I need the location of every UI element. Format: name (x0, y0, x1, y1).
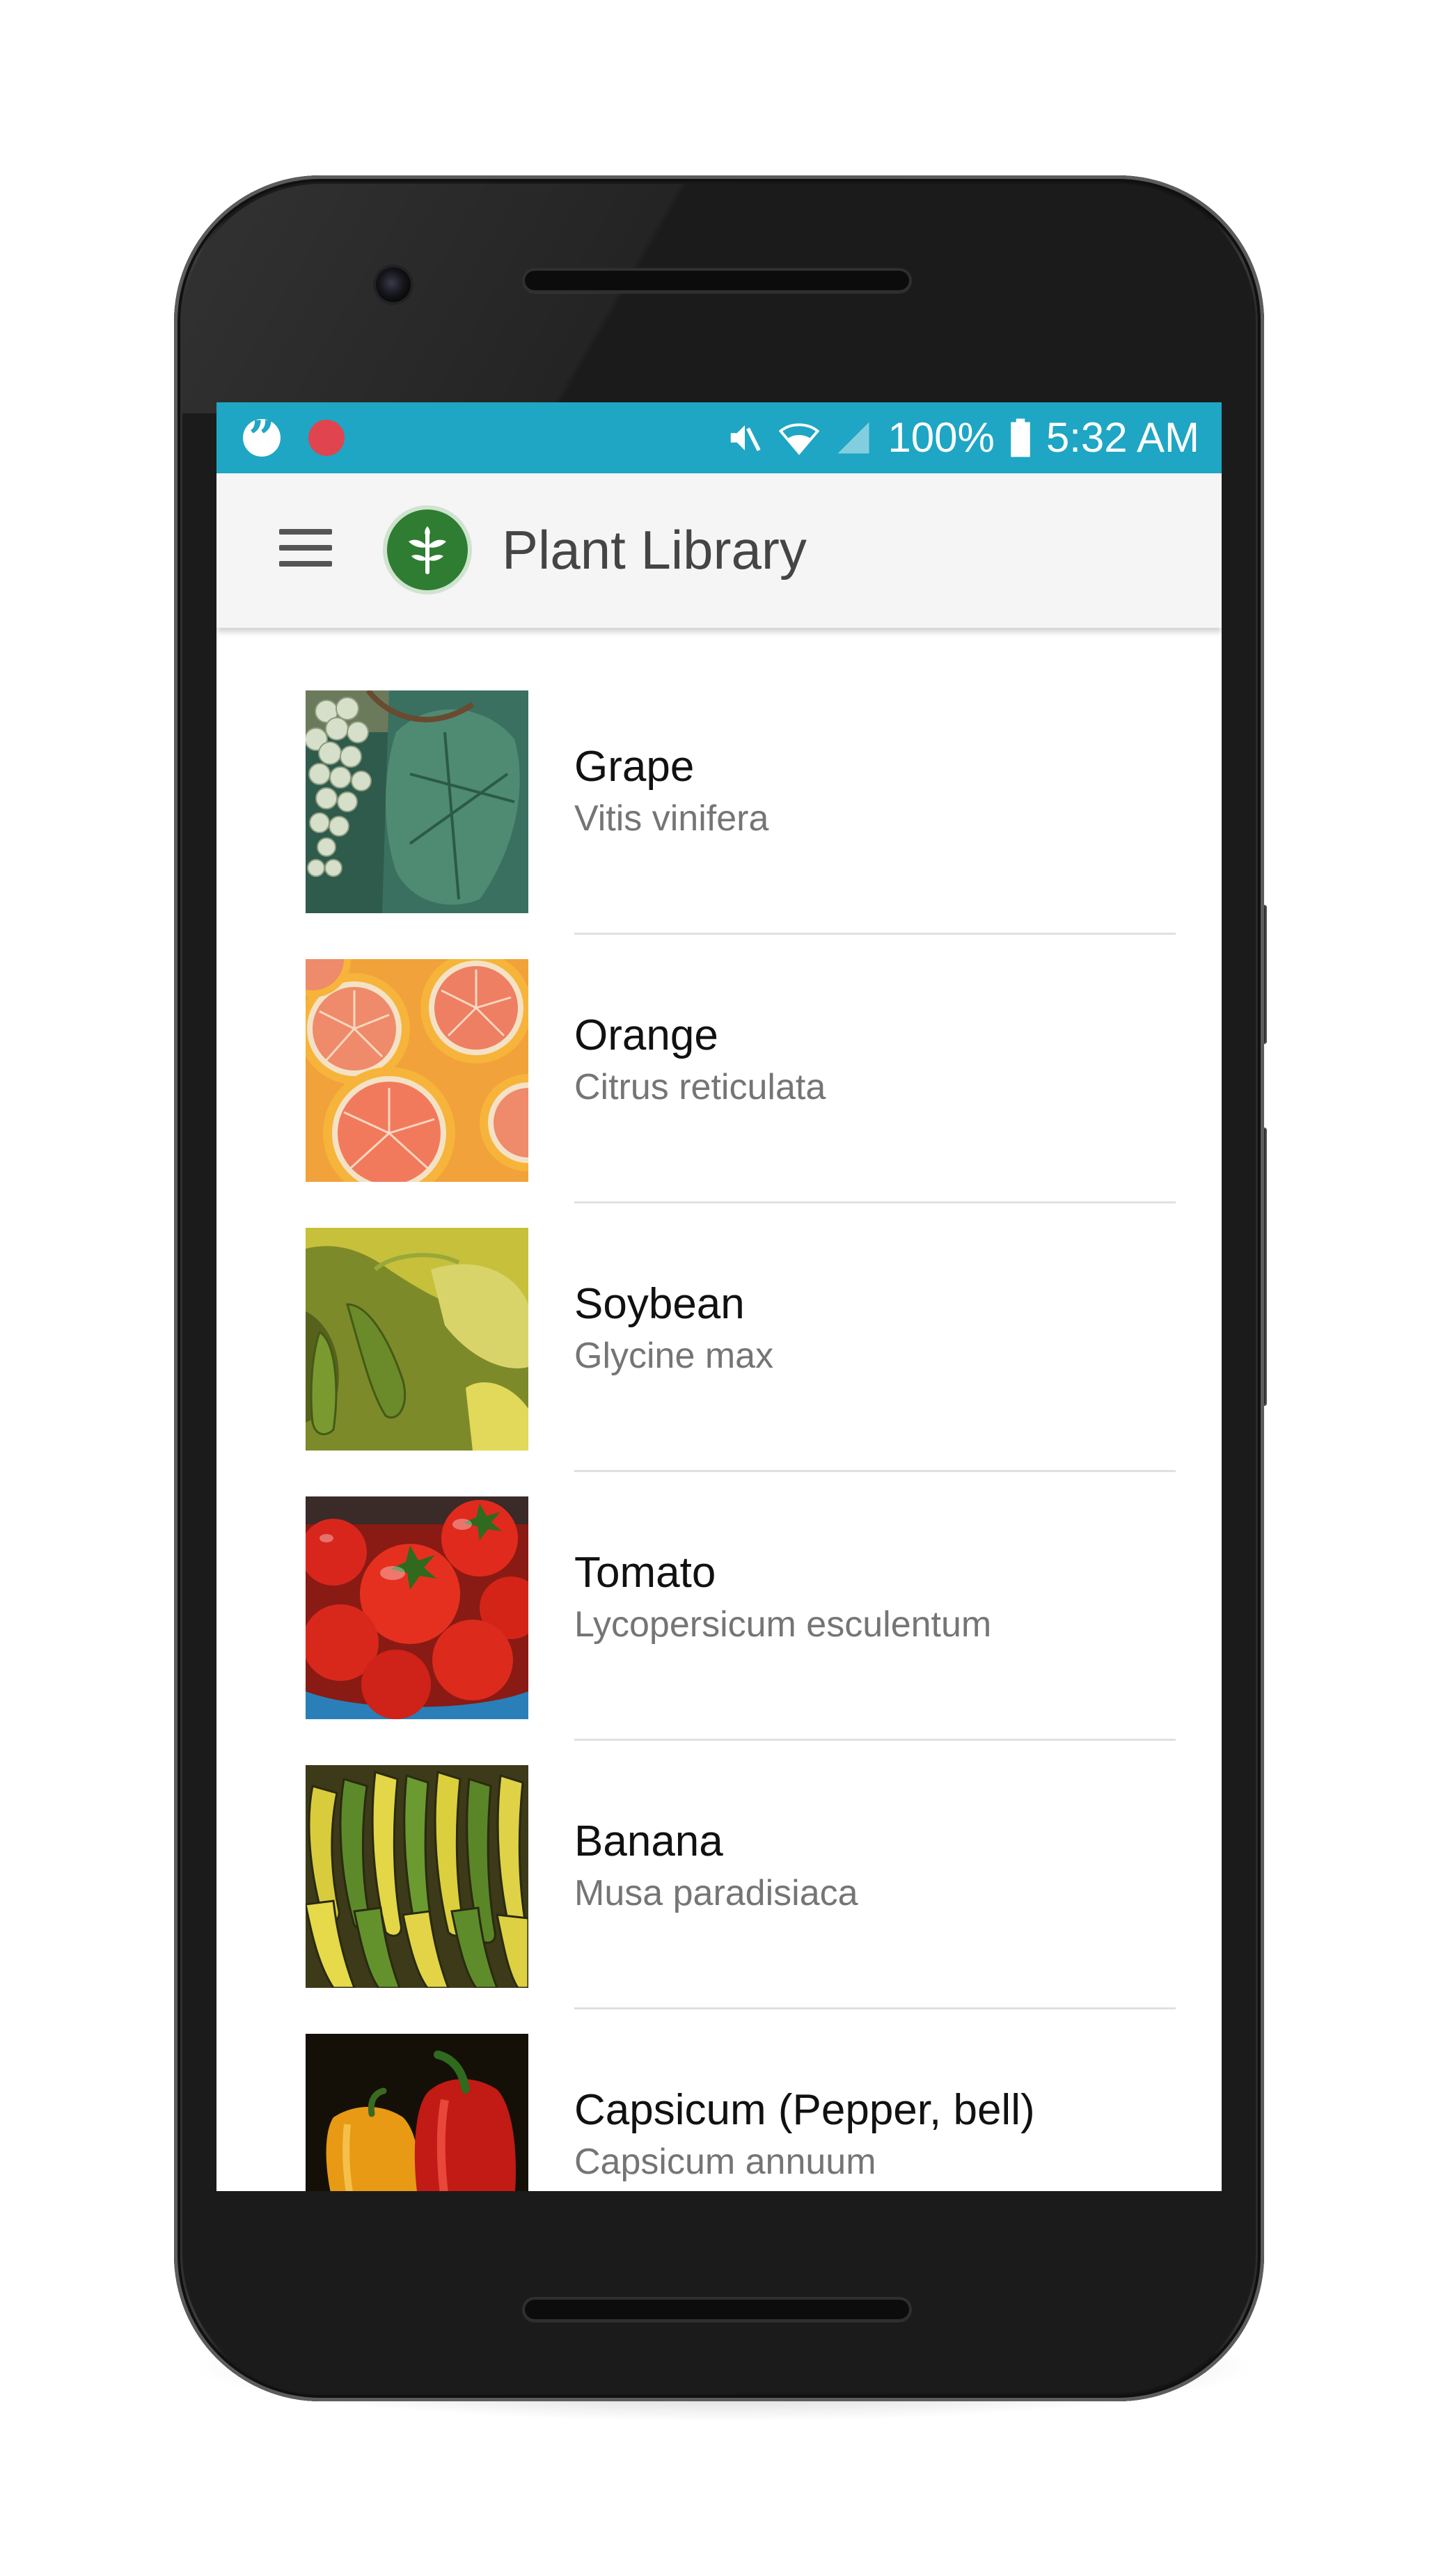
hamburger-menu-icon[interactable] (279, 529, 332, 571)
list-item[interactable]: Orange Citrus reticulata (216, 896, 1222, 1203)
wifi-icon (779, 418, 820, 458)
plant-name: Soybean (574, 1280, 745, 1328)
tomato-photo (306, 1496, 528, 1719)
plant-scientific-name: Musa paradisiaca (574, 1873, 858, 1913)
status-bar: 100% 5:32 AM (216, 402, 1222, 473)
hangouts-icon (243, 415, 281, 461)
plant-scientific-name: Glycine max (574, 1336, 774, 1376)
notification-icons (243, 415, 345, 461)
orange-photo (306, 959, 528, 1182)
app-title: Plant Library (502, 519, 807, 580)
list-item[interactable]: Capsicum (Pepper, bell) Capsicum annuum (216, 1971, 1222, 2191)
record-icon (308, 420, 345, 456)
battery-percent: 100% (888, 414, 995, 461)
plant-scientific-name: Capsicum annuum (574, 2142, 876, 2182)
plant-scientific-name: Citrus reticulata (574, 1067, 826, 1107)
plant-logo-icon (387, 509, 468, 590)
plant-name: Grape (574, 743, 695, 791)
bottom-speaker-grille (522, 2297, 912, 2322)
top-speaker-grille (522, 268, 912, 293)
plant-scientific-name: Vitis vinifera (574, 798, 769, 839)
phone-screen: 100% 5:32 AM (216, 402, 1222, 2191)
signal-icon (835, 419, 872, 457)
banana-photo (306, 1765, 528, 1988)
device-mockup: 100% 5:32 AM (0, 0, 1443, 2576)
mute-icon (726, 419, 764, 457)
app-bar: Plant Library (216, 473, 1222, 628)
list-item[interactable]: Banana Musa paradisiaca (216, 1702, 1222, 2009)
grape-photo (306, 690, 528, 913)
front-camera (376, 267, 411, 302)
list-item[interactable]: Tomato Lycopersicum esculentum (216, 1434, 1222, 1741)
system-icons: 100% 5:32 AM (726, 415, 1199, 461)
plant-name: Capsicum (Pepper, bell) (574, 2086, 1035, 2134)
plant-name: Banana (574, 1817, 723, 1865)
list-item[interactable]: Soybean Glycine max (216, 1165, 1222, 1472)
clock: 5:32 AM (1046, 414, 1199, 461)
soybean-photo (306, 1228, 528, 1451)
plant-scientific-name: Lycopersicum esculentum (574, 1604, 992, 1645)
capsicum-photo (306, 2034, 528, 2191)
list-item[interactable]: Grape Vitis vinifera (216, 628, 1222, 935)
glass-reflection (182, 184, 878, 413)
battery-icon (1010, 418, 1031, 457)
plant-name: Orange (574, 1011, 718, 1059)
plant-name: Tomato (574, 1549, 716, 1597)
